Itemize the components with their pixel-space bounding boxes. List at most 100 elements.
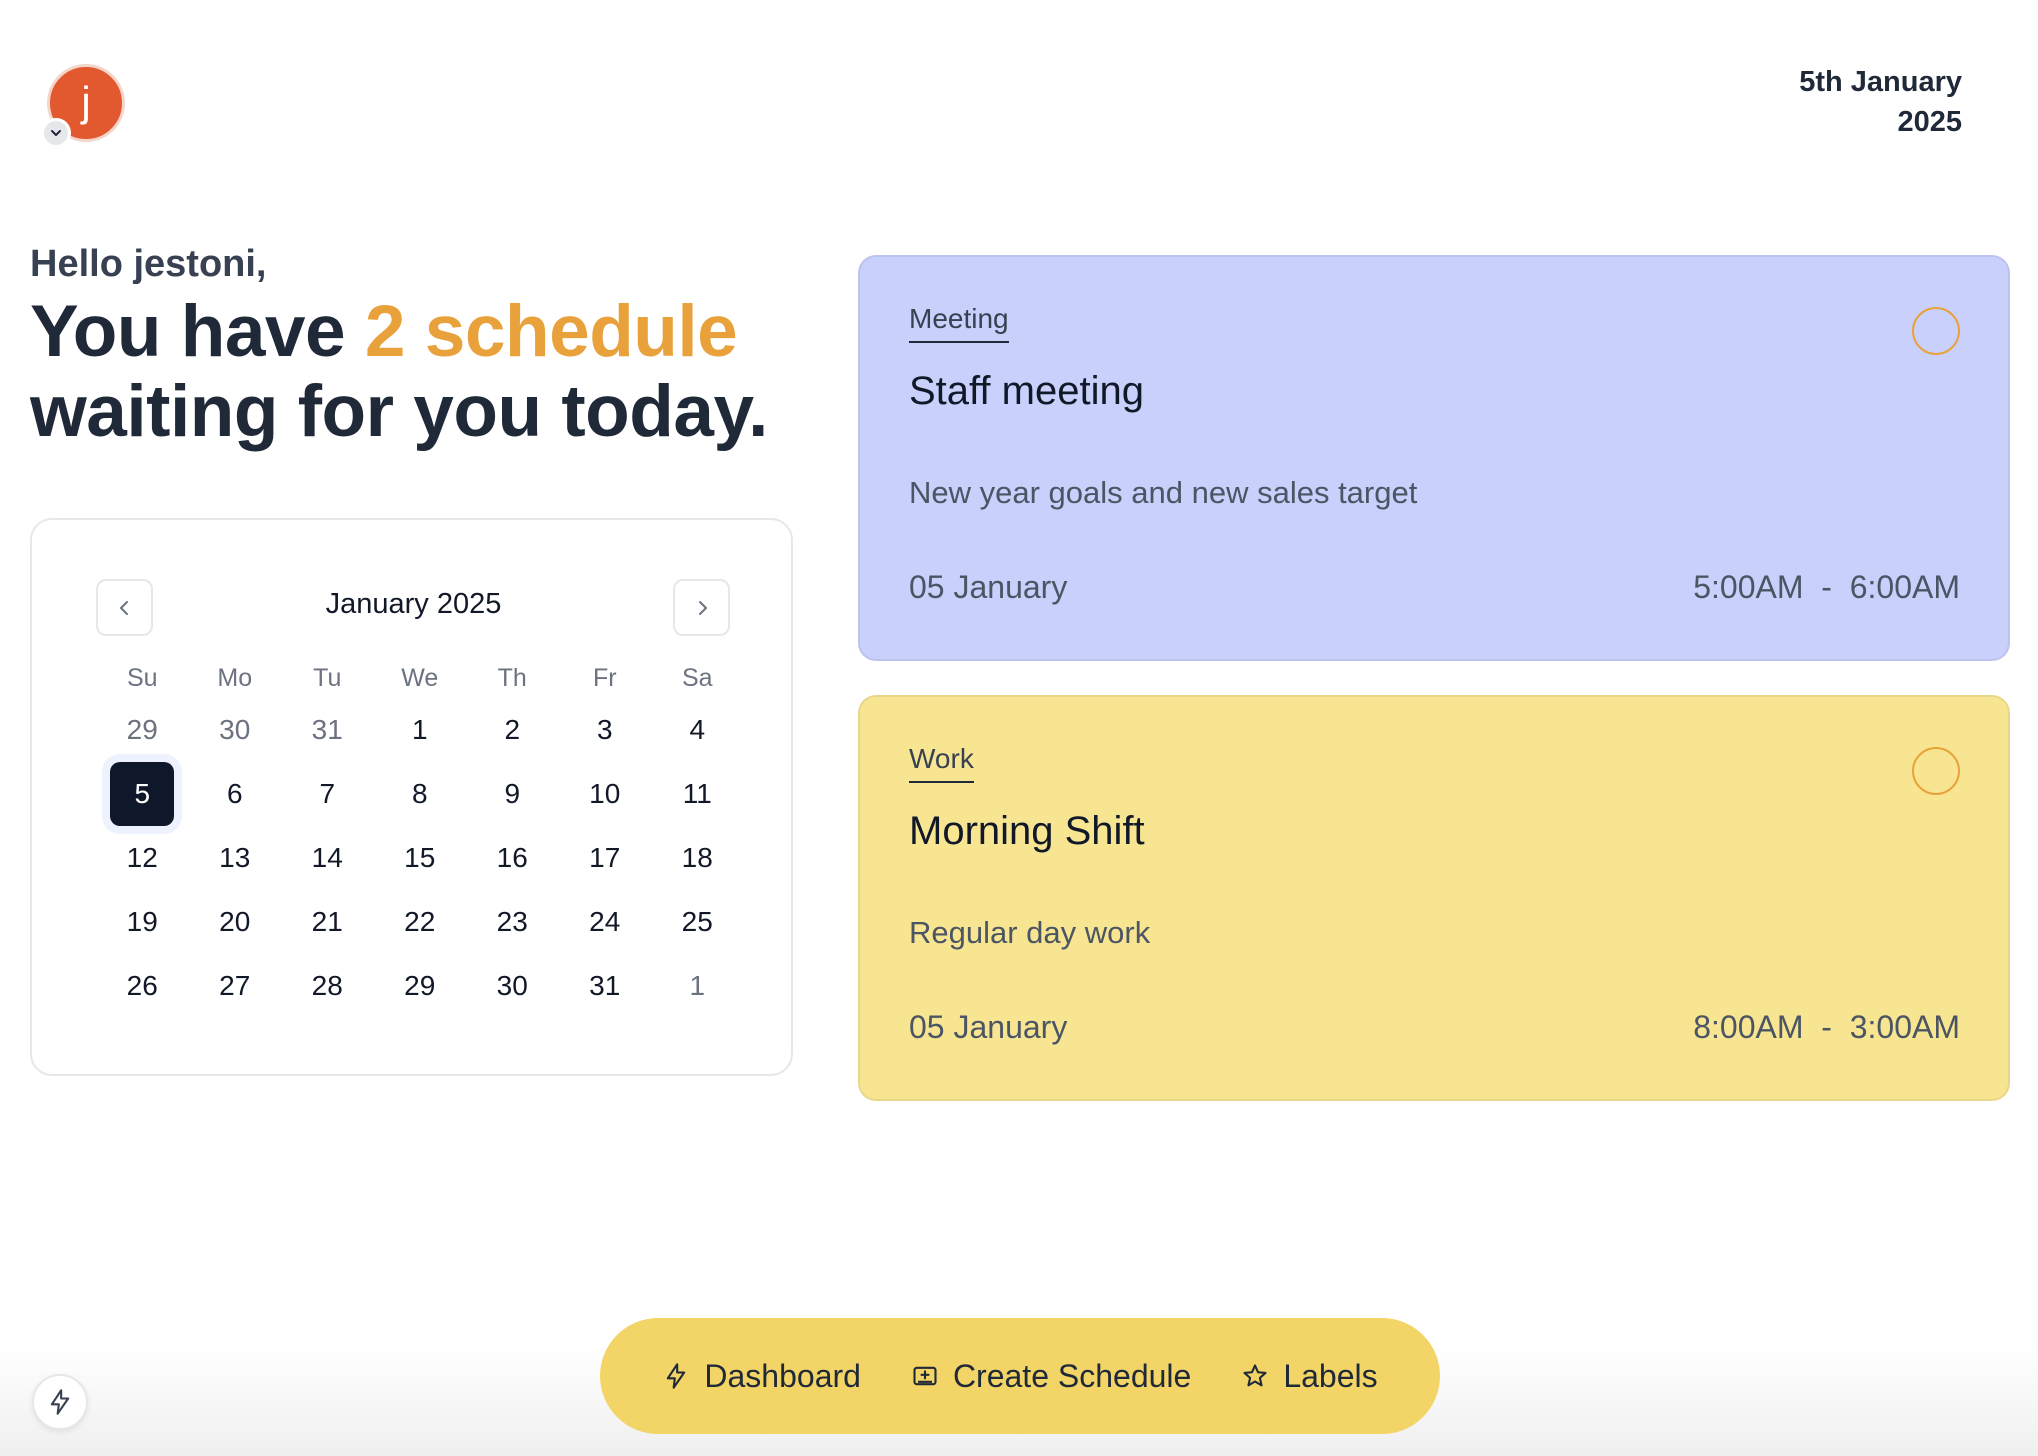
calendar-day[interactable]: 29 — [374, 970, 467, 1002]
schedule-title: Staff meeting — [909, 369, 1144, 413]
headline-prefix: You have — [30, 291, 365, 372]
calendar-day[interactable]: 14 — [281, 842, 374, 874]
calendar-week: 19 20 21 22 23 24 25 — [96, 890, 744, 954]
calendar-day[interactable]: 31 — [559, 970, 652, 1002]
calendar-day[interactable]: 30 — [189, 714, 282, 746]
calendar-day-number: 13 — [219, 842, 251, 873]
calendar-day-number: 20 — [219, 906, 251, 937]
calendar-day-number: 10 — [589, 778, 621, 809]
complete-checkbox[interactable] — [1912, 747, 1960, 795]
page-title: You have 2 schedule waiting for you toda… — [30, 292, 850, 452]
schedule-date: 05 January — [909, 569, 1068, 605]
calendar-day[interactable]: 3 — [559, 714, 652, 746]
current-date: 5th January 2025 — [1799, 62, 1962, 142]
calendar-day-number: 3 — [596, 714, 613, 745]
dev-tools-button[interactable] — [32, 1374, 88, 1430]
calendar-day[interactable]: 31 — [281, 714, 374, 746]
calendar-day[interactable]: 1 — [374, 714, 467, 746]
schedule-label[interactable]: Meeting — [909, 303, 1009, 343]
calendar-day[interactable]: 30 — [466, 970, 559, 1002]
schedule-description: Regular day work — [909, 915, 1151, 950]
calendar-day[interactable]: 1 — [651, 970, 744, 1002]
calendar-day-number: 19 — [126, 906, 158, 937]
calendar-day[interactable]: 8 — [374, 778, 467, 810]
calendar-day-number: 30 — [496, 970, 528, 1001]
calendar-day-number: 5 — [110, 762, 175, 826]
calendar-day[interactable]: 9 — [466, 778, 559, 810]
headline-suffix: waiting for you today. — [30, 371, 768, 452]
calendar-day-number: 29 — [404, 970, 436, 1001]
calendar-day-number: 24 — [589, 906, 621, 937]
calendar-day[interactable]: 10 — [559, 778, 652, 810]
calendar-day[interactable]: 25 — [651, 906, 744, 938]
schedule-date: 05 January — [909, 1009, 1068, 1045]
calendar-day-number: 15 — [404, 842, 436, 873]
calendar-day-number: 14 — [311, 842, 343, 873]
nav-dashboard[interactable]: Dashboard — [662, 1358, 861, 1395]
schedule-card[interactable]: Work Morning Shift Regular day work 05 J… — [858, 695, 2010, 1101]
calendar-day[interactable]: 28 — [281, 970, 374, 1002]
nav-labels-label: Labels — [1283, 1357, 1378, 1394]
calendar-day-selected[interactable]: 5 — [96, 762, 189, 826]
calendar-week: 26 27 28 29 30 31 1 — [96, 954, 744, 1018]
weekday-label: Sa — [681, 663, 713, 692]
schedule-card[interactable]: Meeting Staff meeting New year goals and… — [858, 255, 2010, 661]
schedule-count: 2 schedule — [364, 291, 738, 372]
calendar-day[interactable]: 29 — [96, 714, 189, 746]
calendar-day-number: 22 — [404, 906, 436, 937]
calendar-day[interactable]: 24 — [559, 906, 652, 938]
nav-create-schedule[interactable]: Create Schedule — [911, 1358, 1191, 1395]
calendar-day[interactable]: 13 — [189, 842, 282, 874]
complete-checkbox[interactable] — [1912, 307, 1960, 355]
next-month-button[interactable] — [673, 579, 730, 636]
calendar-day[interactable]: 4 — [651, 714, 744, 746]
calendar-day-number: 29 — [126, 714, 158, 745]
calendar-day-number: 4 — [689, 714, 706, 745]
calendar-day[interactable]: 21 — [281, 906, 374, 938]
schedule-time: 8:00AM - 3:00AM — [1693, 1009, 1960, 1045]
bolt-icon — [50, 1389, 70, 1415]
weekday-label: Fr — [592, 663, 617, 692]
schedule-title: Morning Shift — [909, 809, 1145, 853]
chevron-down-icon[interactable] — [41, 118, 71, 148]
schedule-label[interactable]: Work — [909, 743, 974, 783]
calendar-day[interactable]: 17 — [559, 842, 652, 874]
calendar-day[interactable]: 26 — [96, 970, 189, 1002]
calendar-day-number: 17 — [589, 842, 621, 873]
weekday-label: Th — [497, 663, 527, 692]
calendar-day-number: 27 — [219, 970, 251, 1001]
calendar-day[interactable]: 6 — [189, 778, 282, 810]
add-calendar-icon — [911, 1362, 939, 1390]
calendar-day[interactable]: 16 — [466, 842, 559, 874]
calendar-day[interactable]: 19 — [96, 906, 189, 938]
calendar-day-number: 28 — [311, 970, 343, 1001]
calendar-day-number: 21 — [311, 906, 343, 937]
calendar-day-number: 31 — [311, 714, 343, 745]
calendar-day-number: 1 — [689, 970, 706, 1001]
star-icon — [1241, 1362, 1269, 1390]
calendar: January 2025 Su Mo Tu We Th Fr Sa 29 30 31 1 2 3 4 5 6 7… — [30, 518, 793, 1076]
calendar-day[interactable]: 11 — [651, 778, 744, 810]
calendar-day-number: 30 — [219, 714, 251, 745]
calendar-day[interactable]: 7 — [281, 778, 374, 810]
weekday-header: Su Mo Tu We Th Fr Sa — [96, 658, 744, 698]
calendar-day-number: 31 — [589, 970, 621, 1001]
nav-labels[interactable]: Labels — [1241, 1357, 1378, 1395]
weekday-label: Tu — [313, 663, 342, 692]
calendar-day[interactable]: 27 — [189, 970, 282, 1002]
calendar-day[interactable]: 2 — [466, 714, 559, 746]
calendar-day-number: 2 — [504, 714, 521, 745]
weekday-label: Su — [126, 663, 158, 692]
calendar-day[interactable]: 22 — [374, 906, 467, 938]
calendar-day[interactable]: 20 — [189, 906, 282, 938]
calendar-day[interactable]: 12 — [96, 842, 189, 874]
bottom-navigation: Dashboard Create Schedule Labels — [600, 1318, 1440, 1434]
calendar-day-number: 1 — [411, 714, 428, 745]
user-menu[interactable]: j — [41, 64, 125, 148]
calendar-week: 5 6 7 8 9 10 11 — [96, 762, 744, 826]
calendar-day[interactable]: 18 — [651, 842, 744, 874]
calendar-day-number: 7 — [319, 778, 336, 809]
calendar-day[interactable]: 23 — [466, 906, 559, 938]
calendar-day[interactable]: 15 — [374, 842, 467, 874]
calendar-day-number: 18 — [681, 842, 713, 873]
